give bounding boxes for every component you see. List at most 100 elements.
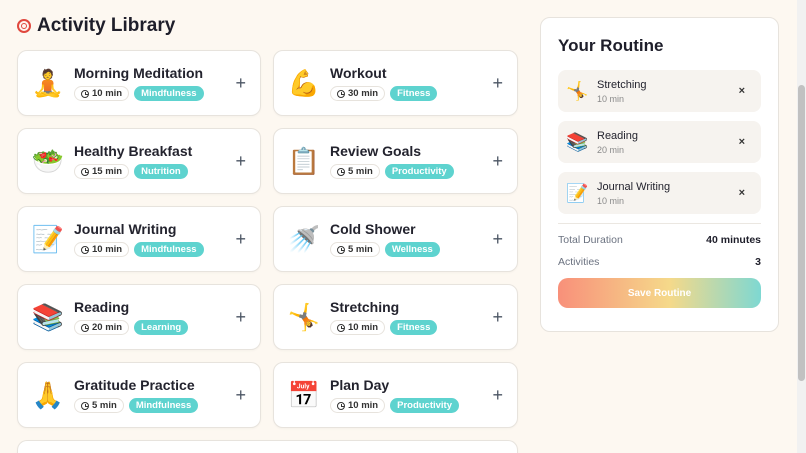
add-icon[interactable]: + xyxy=(235,308,246,326)
flexed-biceps-icon: 💪 xyxy=(287,67,321,98)
add-icon[interactable]: + xyxy=(235,152,246,170)
activity-title: Workout xyxy=(330,65,387,81)
category-tag: Wellness xyxy=(384,242,440,257)
clock-icon xyxy=(337,89,345,98)
routine-item: 🤸 Stretching 10 min × xyxy=(558,70,761,112)
add-icon[interactable]: + xyxy=(492,308,503,326)
remove-icon[interactable]: × xyxy=(739,187,745,199)
meditation-icon: 🧘 xyxy=(31,67,65,98)
duration-badge: 10 min xyxy=(74,86,130,101)
salad-icon: 🥗 xyxy=(31,145,65,176)
add-icon[interactable]: + xyxy=(492,386,503,404)
category-tag: Mindfulness xyxy=(134,242,204,257)
activity-card[interactable]: 📅 Plan Day 10 min Productivity + xyxy=(273,362,518,428)
routine-item-duration: 10 min xyxy=(597,195,625,206)
memo-icon: 📝 xyxy=(566,182,589,203)
routine-title: Your Routine xyxy=(558,36,664,55)
total-duration-value: 40 minutes xyxy=(706,234,761,246)
activity-card[interactable]: 🧘 Morning Meditation 10 min Mindfulness … xyxy=(17,50,261,116)
category-tag: Nutrition xyxy=(134,164,188,179)
duration-text: 5 min xyxy=(92,400,117,411)
clock-icon xyxy=(337,245,345,254)
total-duration-label: Total Duration xyxy=(558,234,623,246)
add-icon[interactable]: + xyxy=(235,74,246,92)
activity-title: Plan Day xyxy=(330,377,390,393)
duration-badge: 10 min xyxy=(330,320,386,335)
category-tag: Productivity xyxy=(390,398,460,413)
activity-title: Reading xyxy=(74,299,130,315)
remove-icon[interactable]: × xyxy=(739,85,745,97)
scrollbar-thumb[interactable] xyxy=(798,85,805,381)
clipboard-icon: 📋 xyxy=(287,145,321,176)
activity-card[interactable]: 🙏 Gratitude Practice 5 min Mindfulness + xyxy=(17,362,261,428)
duration-text: 30 min xyxy=(348,88,379,99)
page-title: Activity Library xyxy=(37,15,176,36)
total-duration-row: Total Duration 40 minutes xyxy=(558,234,761,246)
clock-icon xyxy=(81,167,89,176)
activity-card[interactable]: 🥗 Healthy Breakfast 15 min Nutrition + xyxy=(17,128,261,194)
divider xyxy=(558,223,761,224)
category-tag: Mindfulness xyxy=(134,86,204,101)
routine-item-duration: 20 min xyxy=(597,144,625,155)
add-icon[interactable]: + xyxy=(235,386,246,404)
duration-badge: 20 min xyxy=(74,320,130,335)
clock-icon xyxy=(81,245,89,254)
scrollbar[interactable] xyxy=(797,0,806,453)
activity-title: Morning Meditation xyxy=(74,65,204,81)
folded-hands-icon: 🙏 xyxy=(31,379,65,410)
activity-card[interactable]: 📝 Journal Writing 10 min Mindfulness + xyxy=(17,206,261,272)
activity-title: Healthy Breakfast xyxy=(74,143,193,159)
clock-icon xyxy=(81,323,89,332)
activity-card[interactable]: 🤸 Stretching 10 min Fitness + xyxy=(273,284,518,350)
activity-card[interactable]: 📋 Review Goals 5 min Productivity + xyxy=(273,128,518,194)
books-icon: 📚 xyxy=(566,131,589,152)
add-icon[interactable]: + xyxy=(492,152,503,170)
category-tag: Fitness xyxy=(390,86,438,101)
activity-card[interactable]: 🚿 Cold Shower 5 min Wellness + xyxy=(273,206,518,272)
routine-panel: Your Routine 🤸 Stretching 10 min × 📚 Rea… xyxy=(540,17,779,332)
duration-text: 5 min xyxy=(348,166,373,177)
routine-item: 📝 Journal Writing 10 min × xyxy=(558,172,761,214)
activity-card[interactable]: 💪 Workout 30 min Fitness + xyxy=(273,50,518,116)
duration-text: 10 min xyxy=(92,244,123,255)
category-tag: Mindfulness xyxy=(128,398,199,413)
save-routine-button[interactable]: Save Routine xyxy=(558,278,761,308)
duration-text: 10 min xyxy=(348,322,379,333)
routine-item-title: Journal Writing xyxy=(597,180,671,193)
duration-text: 20 min xyxy=(92,322,123,333)
clock-icon xyxy=(337,167,345,176)
duration-badge: 15 min xyxy=(74,164,130,179)
books-icon: 📚 xyxy=(31,301,65,332)
routine-item-title: Stretching xyxy=(597,78,647,91)
duration-badge: 5 min xyxy=(74,398,124,413)
routine-item-duration: 10 min xyxy=(597,93,625,104)
activities-count-row: Activities 3 xyxy=(558,256,761,268)
activity-title: Journal Writing xyxy=(74,221,177,237)
activity-title: Gratitude Practice xyxy=(74,377,195,393)
library-header: Activity Library xyxy=(17,15,175,37)
shower-icon: 🚿 xyxy=(287,223,321,254)
duration-text: 5 min xyxy=(348,244,373,255)
duration-badge: 30 min xyxy=(330,86,386,101)
calendar-icon: 📅 xyxy=(287,379,321,410)
add-icon[interactable]: + xyxy=(492,74,503,92)
category-tag: Productivity xyxy=(384,164,454,179)
add-icon[interactable]: + xyxy=(235,230,246,248)
remove-icon[interactable]: × xyxy=(739,136,745,148)
clock-icon xyxy=(337,401,345,410)
duration-text: 15 min xyxy=(92,166,123,177)
add-icon[interactable]: + xyxy=(492,230,503,248)
duration-badge: 5 min xyxy=(330,242,380,257)
category-tag: Fitness xyxy=(390,320,438,335)
clock-icon xyxy=(337,323,345,332)
target-icon xyxy=(17,19,31,33)
memo-icon: 📝 xyxy=(31,223,65,254)
cartwheel-icon: 🤸 xyxy=(566,80,589,101)
duration-text: 10 min xyxy=(92,88,123,99)
activity-title: Stretching xyxy=(330,299,400,315)
activity-grid: 🧘 Morning Meditation 10 min Mindfulness … xyxy=(17,50,518,453)
activity-card-partial[interactable] xyxy=(17,440,518,453)
duration-badge: 5 min xyxy=(330,164,380,179)
activity-card[interactable]: 📚 Reading 20 min Learning + xyxy=(17,284,261,350)
activity-title: Cold Shower xyxy=(330,221,416,237)
